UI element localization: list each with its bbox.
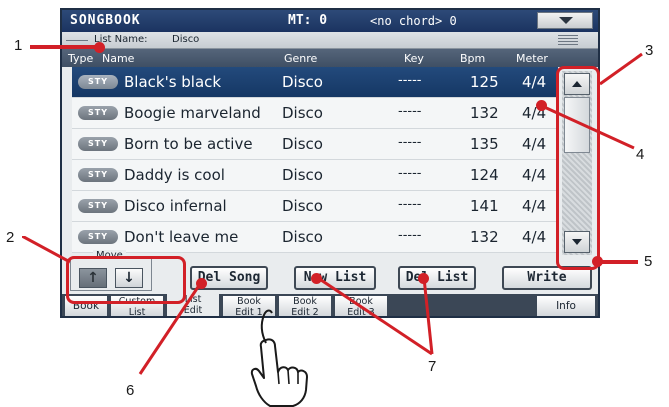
style-type-badge: STY — [78, 106, 118, 120]
callout-number-7: 7 — [428, 358, 437, 375]
callout-number-6: 6 — [126, 382, 135, 399]
song-genre: Disco — [282, 73, 323, 91]
table-row[interactable]: STY Boogie marveland Disco ----- 132 4/4 — [72, 98, 558, 129]
callout-line-7 — [317, 276, 434, 356]
master-transpose-readout: MT: 0 — [288, 13, 328, 28]
song-genre: Disco — [282, 104, 323, 122]
table-row-selected[interactable]: STY Black's black Disco ----- 125 4/4 — [72, 67, 558, 98]
song-key: ----- — [398, 166, 422, 181]
callout-line-4 — [541, 104, 635, 150]
song-name: Born to be active — [124, 135, 253, 153]
chevron-down-icon — [559, 17, 573, 24]
column-meter[interactable]: Meter — [516, 52, 548, 65]
song-name: Boogie marveland — [124, 104, 261, 122]
song-meter: 4/4 — [522, 197, 547, 215]
table-row[interactable]: STY Disco infernal Disco ----- 141 4/4 — [72, 191, 558, 222]
song-name: Don't leave me — [124, 228, 239, 246]
song-meter: 4/4 — [522, 73, 547, 91]
style-type-badge: STY — [78, 230, 118, 244]
list-name-bar: List Name: Disco — [62, 32, 598, 49]
column-genre[interactable]: Genre — [284, 52, 317, 65]
callout-number-4: 4 — [636, 146, 645, 163]
song-meter: 4/4 — [522, 166, 547, 184]
song-genre: Disco — [282, 166, 323, 184]
tab-info[interactable]: Info — [536, 295, 596, 316]
song-name: Daddy is cool — [124, 166, 225, 184]
divider — [66, 40, 88, 41]
song-bpm: 124 — [470, 166, 499, 184]
table-row[interactable]: STY Don't leave me Disco ----- 132 4/4 — [72, 222, 558, 253]
column-type[interactable]: Type — [68, 52, 93, 65]
page-menu-button[interactable] — [537, 12, 593, 29]
style-type-badge: STY — [78, 75, 118, 89]
song-genre: Disco — [282, 228, 323, 246]
style-type-badge: STY — [78, 137, 118, 151]
song-bpm: 141 — [470, 197, 499, 215]
table-row[interactable]: STY Born to be active Disco ----- 135 4/… — [72, 129, 558, 160]
song-key: ----- — [398, 73, 422, 88]
song-genre: Disco — [282, 135, 323, 153]
tab-label: Info — [556, 300, 576, 312]
column-bpm[interactable]: Bpm — [460, 52, 485, 65]
song-bpm: 125 — [470, 73, 499, 91]
callout-dot-7a — [311, 273, 322, 284]
style-type-badge: STY — [78, 168, 118, 182]
song-bpm: 132 — [470, 104, 499, 122]
callout-line-5 — [598, 260, 638, 264]
callout-line-3 — [599, 52, 643, 86]
column-name[interactable]: Name — [102, 52, 134, 65]
song-genre: Disco — [282, 197, 323, 215]
callout-dot-5 — [592, 256, 603, 267]
callout-line-1 — [30, 45, 100, 49]
song-meter: 4/4 — [522, 228, 547, 246]
callout-dot-6 — [196, 278, 207, 289]
title-bar: SONGBOOK MT: 0 <no chord> 0 — [62, 10, 598, 32]
song-bpm: 132 — [470, 228, 499, 246]
column-header: Type Name Genre Key Bpm Meter — [62, 49, 598, 67]
callout-line-6 — [138, 283, 202, 375]
list-name-value[interactable]: Disco — [172, 34, 199, 45]
callout-number-2: 2 — [6, 229, 15, 246]
callout-number-5: 5 — [644, 253, 653, 270]
callout-dot-4 — [536, 100, 547, 111]
tap-pointer-mark — [260, 309, 273, 344]
song-key: ----- — [398, 197, 422, 212]
song-key: ----- — [398, 228, 422, 243]
callout-box-scrollbar — [556, 66, 600, 270]
callout-number-3: 3 — [645, 42, 654, 59]
song-key: ----- — [398, 135, 422, 150]
song-list: STY Black's black Disco ----- 125 4/4 ST… — [72, 67, 558, 253]
song-bpm: 135 — [470, 135, 499, 153]
page-title: SONGBOOK — [70, 13, 141, 28]
song-name: Disco infernal — [124, 197, 227, 215]
callout-number-1: 1 — [14, 37, 23, 54]
style-type-badge: STY — [78, 199, 118, 213]
column-key[interactable]: Key — [404, 52, 424, 65]
callout-dot-1 — [94, 42, 105, 53]
list-menu-icon[interactable] — [558, 35, 578, 45]
table-row[interactable]: STY Daddy is cool Disco ----- 124 4/4 — [72, 160, 558, 191]
song-name: Black's black — [124, 73, 222, 91]
song-key: ----- — [398, 104, 422, 119]
callout-dot-7b — [418, 273, 429, 284]
chord-readout: <no chord> 0 — [370, 14, 457, 28]
